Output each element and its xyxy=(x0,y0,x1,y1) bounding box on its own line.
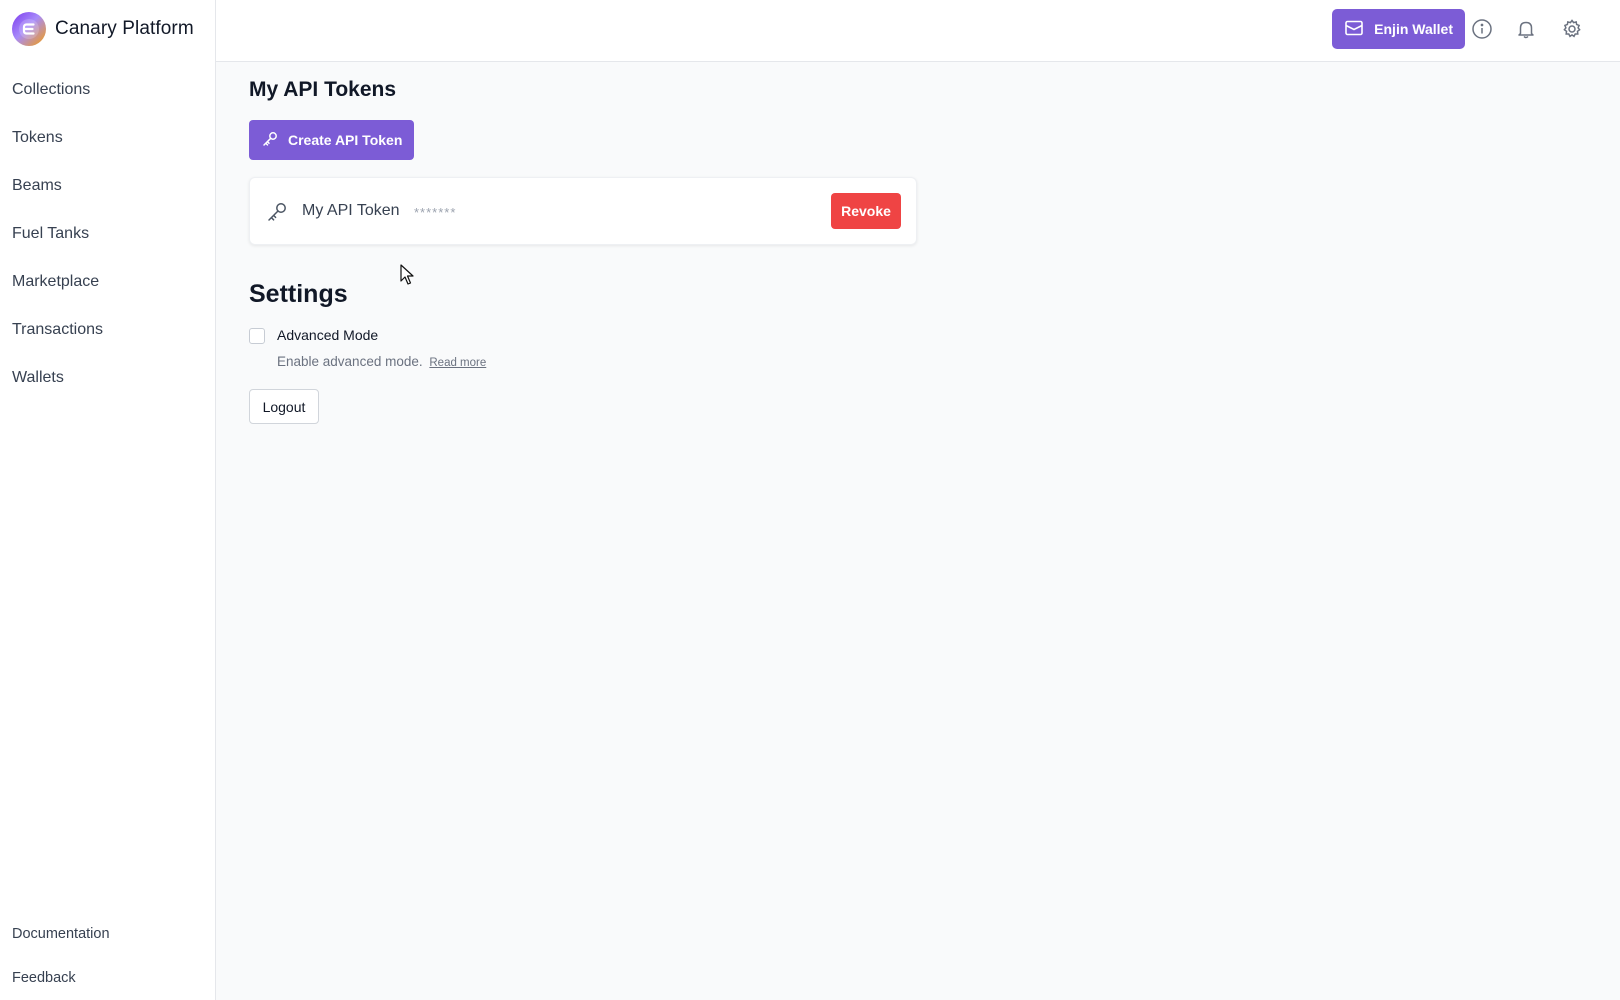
key-icon xyxy=(261,130,279,151)
enjin-logo-icon xyxy=(12,12,46,46)
advanced-mode-checkbox[interactable] xyxy=(249,328,265,344)
sidebar-item-feedback[interactable]: Feedback xyxy=(0,956,215,1000)
sidebar-item-fuel-tanks[interactable]: Fuel Tanks xyxy=(0,210,215,258)
advanced-mode-label[interactable]: Advanced Mode xyxy=(277,327,378,343)
brand-name: Canary Platform xyxy=(55,18,194,39)
sidebar-item-collections[interactable]: Collections xyxy=(0,66,215,114)
wallet-icon xyxy=(1344,18,1364,41)
sidebar: Canary Platform Collections Tokens Beams… xyxy=(0,0,216,1000)
api-token-name: My API Token xyxy=(302,202,400,219)
settings-title: Settings xyxy=(249,280,348,308)
main-content: My API Tokens Create API Token My API To… xyxy=(249,62,1620,1000)
gear-icon[interactable] xyxy=(1560,17,1584,41)
enjin-wallet-label: Enjin Wallet xyxy=(1374,21,1453,37)
read-more-link[interactable]: Read more xyxy=(429,357,486,369)
key-icon xyxy=(265,200,289,224)
api-token-masked-value: ******* xyxy=(414,205,457,220)
advanced-mode-description-text: Enable advanced mode. xyxy=(277,354,423,369)
sidebar-item-tokens[interactable]: Tokens xyxy=(0,114,215,162)
sidebar-item-beams[interactable]: Beams xyxy=(0,162,215,210)
app-root: Canary Platform Collections Tokens Beams… xyxy=(0,0,1620,1000)
info-icon[interactable] xyxy=(1470,17,1494,41)
create-api-token-button[interactable]: Create API Token xyxy=(249,120,415,160)
create-api-token-label: Create API Token xyxy=(288,132,403,148)
sidebar-nav: Collections Tokens Beams Fuel Tanks Mark… xyxy=(0,66,215,402)
revoke-button[interactable]: Revoke xyxy=(831,193,901,229)
sidebar-footer: Documentation Feedback xyxy=(0,912,215,1000)
api-token-card: My API Token ******* Revoke xyxy=(249,177,917,245)
logout-button[interactable]: Logout xyxy=(249,389,319,424)
bell-icon[interactable] xyxy=(1514,17,1538,41)
sidebar-item-marketplace[interactable]: Marketplace xyxy=(0,258,215,306)
enjin-wallet-button[interactable]: Enjin Wallet xyxy=(1332,9,1465,49)
sidebar-item-documentation[interactable]: Documentation xyxy=(0,912,215,956)
advanced-mode-description: Enable advanced mode. Read more xyxy=(277,354,486,369)
top-bar: Enjin Wallet xyxy=(216,0,1620,62)
page-title: My API Tokens xyxy=(249,78,397,101)
sidebar-item-wallets[interactable]: Wallets xyxy=(0,354,215,402)
sidebar-item-transactions[interactable]: Transactions xyxy=(0,306,215,354)
brand[interactable]: Canary Platform xyxy=(12,12,194,46)
